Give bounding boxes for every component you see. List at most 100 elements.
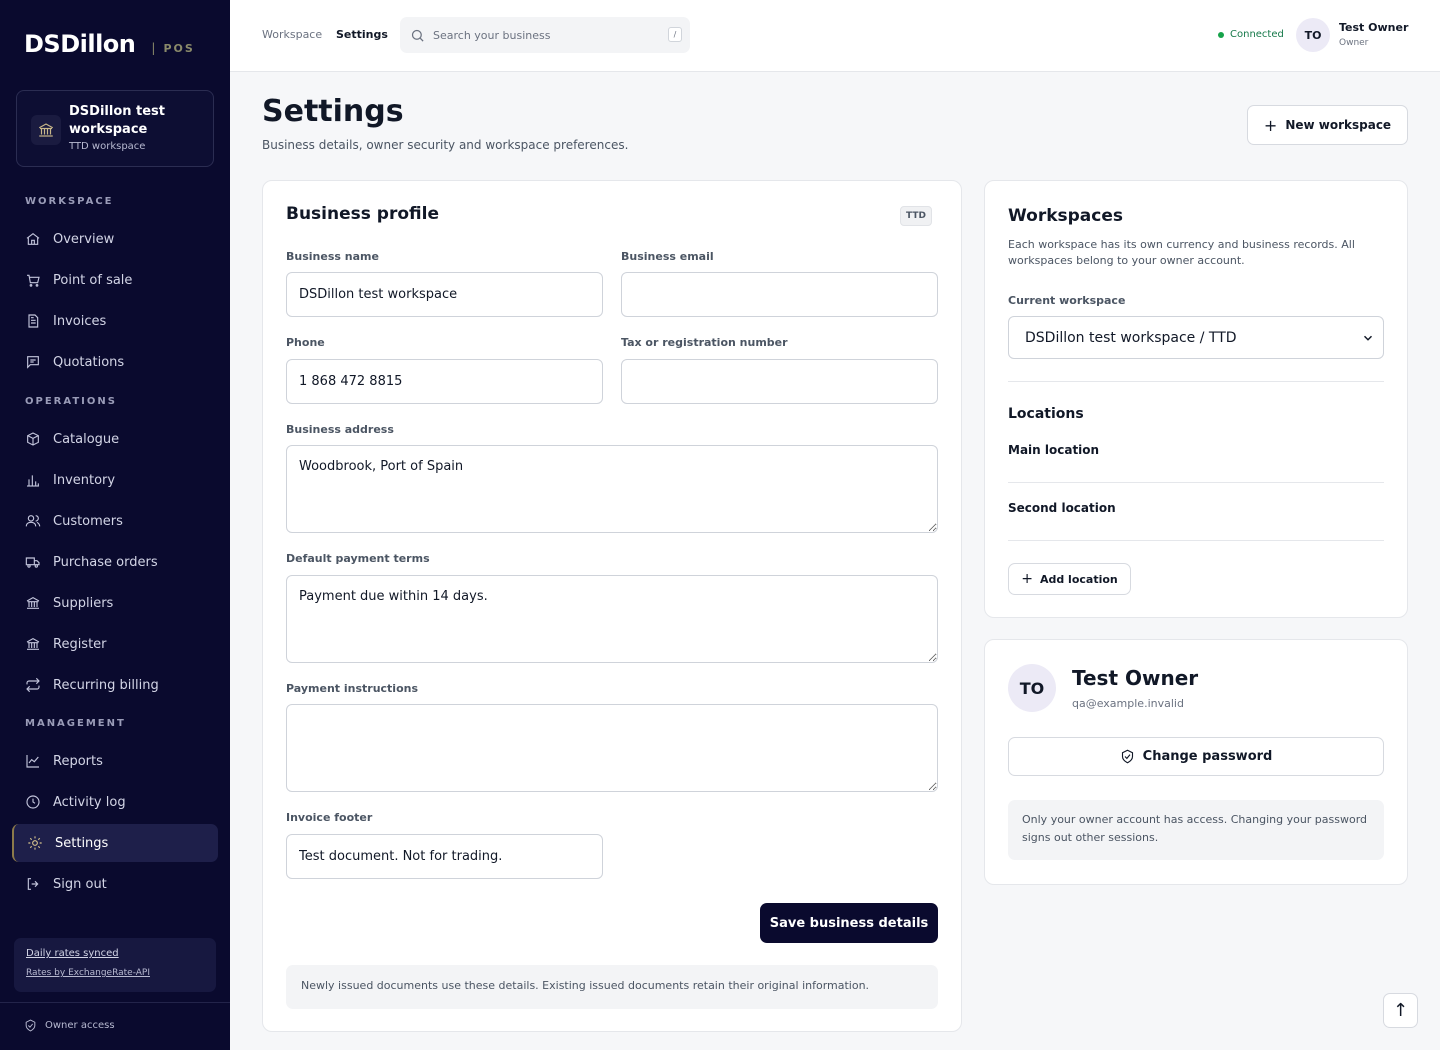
brand-product: POS xyxy=(163,42,195,55)
sidebar-item-label: Activity log xyxy=(53,794,126,810)
truck-icon xyxy=(24,553,42,571)
bar-chart-icon xyxy=(24,471,42,489)
owner-access-note: Only your owner account has access. Chan… xyxy=(1008,800,1384,860)
sidebar-item-settings[interactable]: Settings xyxy=(12,824,218,862)
save-business-details-button[interactable]: Save business details xyxy=(760,903,938,943)
sidebar-item-point-of-sale[interactable]: Point of sale xyxy=(12,261,218,299)
change-password-button[interactable]: Change password xyxy=(1008,737,1384,776)
divider xyxy=(1008,540,1384,541)
sidebar-item-label: Reports xyxy=(53,753,103,769)
divider xyxy=(1008,482,1384,483)
breadcrumb-workspace[interactable]: Workspace xyxy=(262,28,322,41)
invoice-footer-input[interactable] xyxy=(286,834,603,879)
phone-label: Phone xyxy=(286,336,325,349)
sidebar-item-customers[interactable]: Customers xyxy=(12,502,218,540)
shield-check-icon xyxy=(25,1019,36,1032)
cart-icon xyxy=(24,271,42,289)
location-item[interactable]: Main location xyxy=(1008,443,1099,457)
nav-section-management: MANAGEMENT xyxy=(25,718,126,729)
new-workspace-button[interactable]: + New workspace xyxy=(1247,105,1408,145)
user-role: Owner xyxy=(1339,38,1369,48)
sidebar-item-recurring-billing[interactable]: Recurring billing xyxy=(12,666,218,704)
brand-separator: | xyxy=(151,41,156,55)
sidebar-item-catalogue[interactable]: Catalogue xyxy=(12,420,218,458)
sidebar-item-register[interactable]: Register xyxy=(12,625,218,663)
current-workspace-label: Current workspace xyxy=(1008,294,1126,307)
location-item[interactable]: Second location xyxy=(1008,501,1116,515)
sign-out-icon xyxy=(24,875,42,893)
shield-check-icon xyxy=(1121,749,1133,764)
payment-terms-input[interactable]: Payment due within 14 days. xyxy=(286,575,938,663)
sidebar-item-label: Settings xyxy=(55,835,109,851)
tax-number-label: Tax or registration number xyxy=(621,336,788,349)
scroll-to-top-button[interactable]: ↑ xyxy=(1383,993,1418,1028)
bank-icon xyxy=(31,115,61,145)
brand[interactable]: DSDillon | POS xyxy=(24,30,195,58)
sidebar-item-invoices[interactable]: Invoices xyxy=(12,302,218,340)
payment-instructions-input[interactable] xyxy=(286,704,938,792)
business-profile-title: Business profile xyxy=(286,204,439,224)
add-location-button[interactable]: + Add location xyxy=(1008,563,1131,595)
locations-title: Locations xyxy=(1008,406,1084,422)
line-chart-icon xyxy=(24,752,42,770)
business-address-input[interactable]: Woodbrook, Port of Spain xyxy=(286,445,938,533)
sidebar-item-label: Inventory xyxy=(53,472,116,488)
sidebar-item-label: Catalogue xyxy=(53,431,120,447)
workspace-name: DSDillon test workspace xyxy=(69,104,166,137)
current-workspace-value: DSDillon test workspace / TTD xyxy=(1025,329,1237,346)
bank-icon xyxy=(24,594,42,612)
rates-synced-link[interactable]: Daily rates synced xyxy=(26,948,119,959)
payment-terms-label: Default payment terms xyxy=(286,552,430,565)
sidebar-item-label: Invoices xyxy=(53,313,107,329)
sidebar-item-reports[interactable]: Reports xyxy=(12,742,218,780)
payment-instructions-label: Payment instructions xyxy=(286,682,419,695)
tax-number-input[interactable] xyxy=(621,359,938,404)
user-name[interactable]: Test Owner xyxy=(1339,21,1408,34)
owner-access: Owner access xyxy=(24,1019,115,1032)
sidebar-item-suppliers[interactable]: Suppliers xyxy=(12,584,218,622)
sidebar-item-overview[interactable]: Overview xyxy=(12,220,218,258)
sidebar-item-label: Suppliers xyxy=(53,595,114,611)
sidebar-item-label: Recurring billing xyxy=(53,677,159,693)
sidebar-item-purchase-orders[interactable]: Purchase orders xyxy=(12,543,218,581)
box-icon xyxy=(24,430,42,448)
plus-icon: + xyxy=(1021,571,1033,587)
sidebar-item-activity-log[interactable]: Activity log xyxy=(12,783,218,821)
search-bar[interactable]: / xyxy=(400,17,690,53)
search-shortcut-key: / xyxy=(668,27,682,42)
divider xyxy=(1008,381,1384,382)
business-profile-note: Newly issued documents use these details… xyxy=(286,965,938,1009)
sidebar-item-quotations[interactable]: Quotations xyxy=(12,343,218,381)
sidebar-item-label: Quotations xyxy=(53,354,125,370)
business-name-input[interactable] xyxy=(286,272,603,317)
invoice-footer-label: Invoice footer xyxy=(286,811,373,824)
search-input[interactable] xyxy=(433,28,653,42)
sidebar-item-label: Point of sale xyxy=(53,272,133,288)
users-icon xyxy=(24,512,42,530)
owner-email: qa@example.invalid xyxy=(1072,697,1184,710)
topbar: Workspace Settings / Connected TO Test O… xyxy=(230,0,1440,72)
gear-icon xyxy=(26,834,44,852)
current-workspace-select[interactable]: DSDillon test workspace / TTD xyxy=(1008,316,1384,359)
add-location-label: Add location xyxy=(1039,572,1118,586)
workspaces-description: Each workspace has its own currency and … xyxy=(1008,238,1355,267)
owner-name: Test Owner xyxy=(1072,666,1199,690)
sidebar-item-label: Purchase orders xyxy=(53,554,158,570)
rates-source-link[interactable]: Rates by ExchangeRate-API xyxy=(26,968,150,978)
sidebar-item-sign-out[interactable]: Sign out xyxy=(12,865,218,903)
home-icon xyxy=(24,230,42,248)
business-email-label: Business email xyxy=(621,250,714,263)
sidebar-item-inventory[interactable]: Inventory xyxy=(12,461,218,499)
page-subtitle: Business details, owner security and wor… xyxy=(262,138,629,152)
phone-input[interactable] xyxy=(286,359,603,404)
workspaces-title: Workspaces xyxy=(1008,206,1123,226)
business-name-label: Business name xyxy=(286,250,379,263)
workspace-switcher-card[interactable]: DSDillon test workspace TTD workspace xyxy=(16,90,214,167)
sidebar: DSDillon | POS DSDillon test workspace T… xyxy=(0,0,230,1050)
business-email-input[interactable] xyxy=(621,272,938,317)
owner-avatar: TO xyxy=(1008,664,1056,712)
page-title: Settings xyxy=(262,94,404,129)
owner-access-label: Owner access xyxy=(45,1020,115,1031)
currency-tag: TTD xyxy=(900,206,932,226)
avatar[interactable]: TO xyxy=(1296,18,1330,52)
